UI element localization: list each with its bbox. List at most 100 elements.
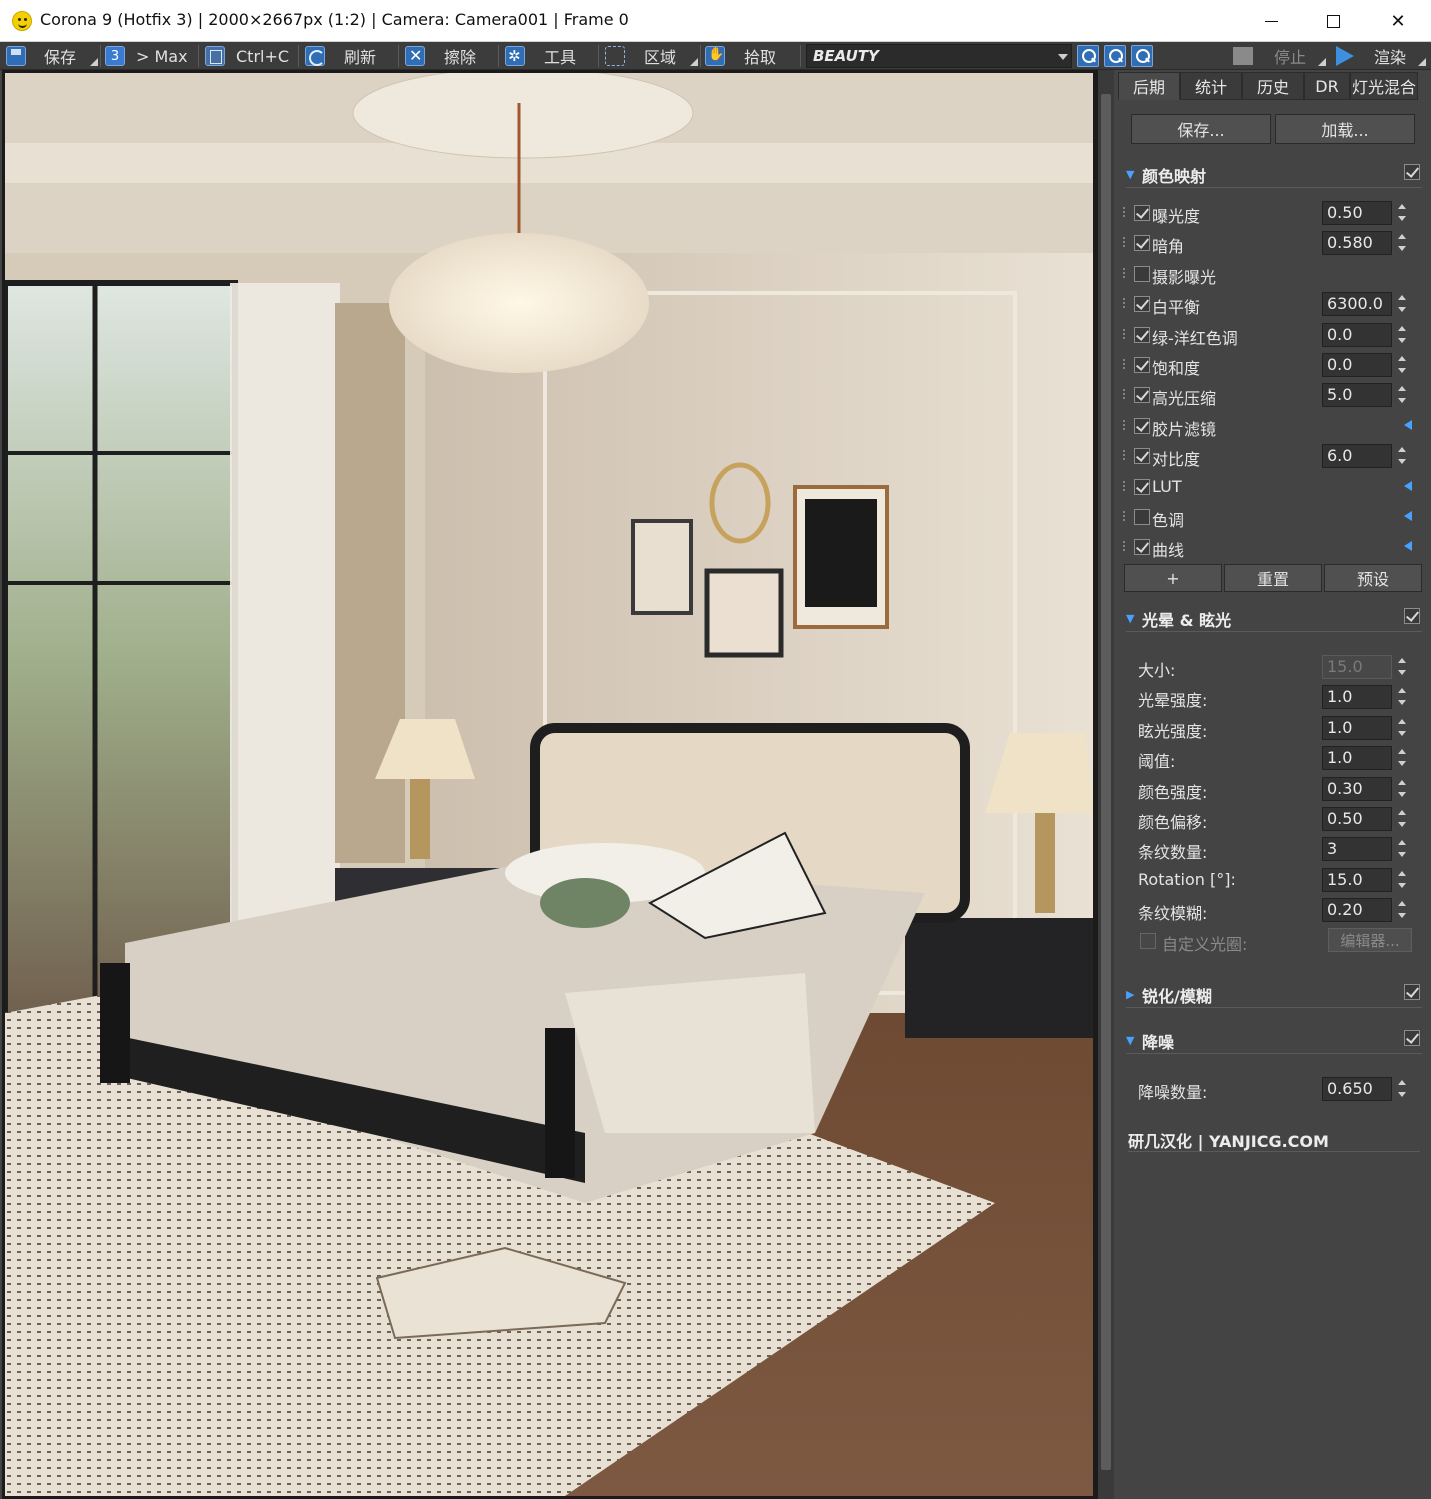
spinner-down-icon[interactable] — [1398, 246, 1406, 251]
clear-icon[interactable] — [405, 46, 425, 66]
spinner-up-icon[interactable] — [1398, 658, 1406, 663]
spinner-down-icon[interactable] — [1398, 398, 1406, 403]
drag-handle-icon[interactable] — [1122, 510, 1126, 522]
spinner-down-icon[interactable] — [1398, 852, 1406, 857]
copy-button[interactable]: Ctrl+C — [236, 42, 289, 70]
max-icon[interactable]: 3 — [105, 46, 125, 66]
value-spinner[interactable]: 0.0 — [1322, 323, 1412, 347]
tone-mapping-header[interactable]: ▼ 颜色映射 — [1126, 160, 1422, 188]
drag-handle-icon[interactable] — [1122, 328, 1126, 340]
zoom-fit-icon[interactable] — [1131, 45, 1153, 67]
tab-lightmix[interactable]: 灯光混合 — [1350, 72, 1418, 100]
region-button[interactable]: 区域 — [644, 42, 676, 70]
spinner-up-icon[interactable] — [1398, 447, 1406, 452]
spinner-value[interactable]: 0.50 — [1322, 807, 1392, 831]
render-dropdown-icon[interactable] — [1418, 58, 1426, 66]
row-checkbox[interactable] — [1134, 266, 1150, 282]
expand-left-arrow-icon[interactable] — [1404, 481, 1412, 491]
spinner-down-icon[interactable] — [1398, 761, 1406, 766]
stop-icon[interactable] — [1233, 47, 1253, 65]
spinner-value[interactable]: 15.0 — [1322, 655, 1392, 679]
spinner-down-icon[interactable] — [1398, 792, 1406, 797]
spinner-down-icon[interactable] — [1398, 338, 1406, 343]
value-spinner[interactable]: 0.50 — [1322, 807, 1412, 831]
spinner-value[interactable]: 6.0 — [1322, 444, 1392, 468]
preset-button[interactable]: 预设 — [1324, 564, 1422, 592]
denoise-amount-value[interactable]: 0.650 — [1322, 1077, 1392, 1101]
drag-handle-icon[interactable] — [1122, 358, 1126, 370]
render-button[interactable]: 渲染 — [1374, 42, 1406, 70]
spinner-down-icon[interactable] — [1398, 913, 1406, 918]
spinner-value[interactable]: 0.0 — [1322, 323, 1392, 347]
value-spinner[interactable]: 1.0 — [1322, 716, 1412, 740]
row-checkbox[interactable] — [1134, 235, 1150, 251]
row-checkbox[interactable] — [1134, 357, 1150, 373]
drag-handle-icon[interactable] — [1122, 480, 1126, 492]
tab-post[interactable]: 后期 — [1118, 72, 1180, 100]
spinner-up-icon[interactable] — [1398, 780, 1406, 785]
expand-left-arrow-icon[interactable] — [1404, 420, 1412, 430]
drag-handle-icon[interactable] — [1122, 449, 1126, 461]
bloom-glare-header[interactable]: ▼ 光晕 & 眩光 — [1126, 604, 1422, 632]
zoom-in-icon[interactable] — [1077, 45, 1099, 67]
spinner-up-icon[interactable] — [1398, 749, 1406, 754]
row-checkbox[interactable] — [1134, 418, 1150, 434]
drag-handle-icon[interactable] — [1122, 236, 1126, 248]
refresh-icon[interactable] — [305, 46, 325, 66]
spinner-down-icon[interactable] — [1398, 459, 1406, 464]
spinner-up-icon[interactable] — [1398, 295, 1406, 300]
drag-handle-icon[interactable] — [1122, 297, 1126, 309]
value-spinner[interactable]: 1.0 — [1322, 746, 1412, 770]
value-spinner[interactable]: 3 — [1322, 837, 1412, 861]
save-dropdown-icon[interactable] — [90, 58, 98, 66]
value-spinner[interactable]: 1.0 — [1322, 685, 1412, 709]
pick-button[interactable]: 拾取 — [744, 42, 776, 70]
row-checkbox[interactable] — [1134, 387, 1150, 403]
spinner-value[interactable]: 6300.0 — [1322, 292, 1392, 316]
expand-left-arrow-icon[interactable] — [1404, 541, 1412, 551]
stop-dropdown-icon[interactable] — [1318, 58, 1326, 66]
region-icon[interactable] — [605, 46, 625, 66]
spinner-value[interactable]: 0.50 — [1322, 201, 1392, 225]
value-spinner[interactable]: 6.0 — [1322, 444, 1412, 468]
spinner-value[interactable]: 1.0 — [1322, 716, 1392, 740]
drag-handle-icon[interactable] — [1122, 540, 1126, 552]
row-checkbox[interactable] — [1134, 296, 1150, 312]
sharpen-blur-checkbox[interactable] — [1404, 984, 1420, 1000]
tab-history[interactable]: 历史 — [1242, 72, 1304, 100]
render-viewport[interactable] — [2, 70, 1098, 1499]
spinner-down-icon[interactable] — [1398, 216, 1406, 221]
row-checkbox[interactable] — [1134, 509, 1150, 525]
tools-button[interactable]: 工具 — [544, 42, 576, 70]
stop-button[interactable]: 停止 — [1274, 42, 1306, 70]
spinner-down-icon[interactable] — [1398, 822, 1406, 827]
spinner-up-icon[interactable] — [1398, 688, 1406, 693]
bloom-glare-checkbox[interactable] — [1404, 608, 1420, 624]
row-checkbox[interactable] — [1134, 539, 1150, 555]
save-icon[interactable] — [6, 46, 26, 66]
row-checkbox[interactable] — [1134, 448, 1150, 464]
drag-handle-icon[interactable] — [1122, 206, 1126, 218]
spinner-up-icon[interactable] — [1398, 719, 1406, 724]
spinner-up-icon[interactable] — [1398, 356, 1406, 361]
spinner-value[interactable]: 0.20 — [1322, 898, 1392, 922]
render-pass-select[interactable]: BEAUTY — [806, 44, 1072, 68]
spinner-value[interactable]: 5.0 — [1322, 383, 1392, 407]
aperture-editor-button[interactable]: 编辑器... — [1328, 928, 1412, 952]
spinner-up-icon[interactable] — [1398, 326, 1406, 331]
pick-hand-icon[interactable] — [705, 46, 725, 66]
drag-handle-icon[interactable] — [1122, 388, 1126, 400]
spinner-down-icon[interactable] — [1398, 670, 1406, 675]
spinner-up-icon[interactable] — [1398, 204, 1406, 209]
spinner-down-icon[interactable] — [1398, 307, 1406, 312]
copy-icon[interactable] — [205, 46, 225, 66]
gear-icon[interactable] — [505, 46, 525, 66]
row-checkbox[interactable] — [1134, 479, 1150, 495]
spinner-down-icon[interactable] — [1398, 368, 1406, 373]
tab-stats[interactable]: 统计 — [1180, 72, 1242, 100]
denoise-header[interactable]: ▼ 降噪 — [1126, 1026, 1422, 1054]
tab-dr[interactable]: DR — [1304, 72, 1350, 100]
value-spinner[interactable]: 0.30 — [1322, 777, 1412, 801]
custom-aperture-checkbox[interactable] — [1140, 933, 1156, 949]
value-spinner[interactable]: 0.50 — [1322, 201, 1412, 225]
